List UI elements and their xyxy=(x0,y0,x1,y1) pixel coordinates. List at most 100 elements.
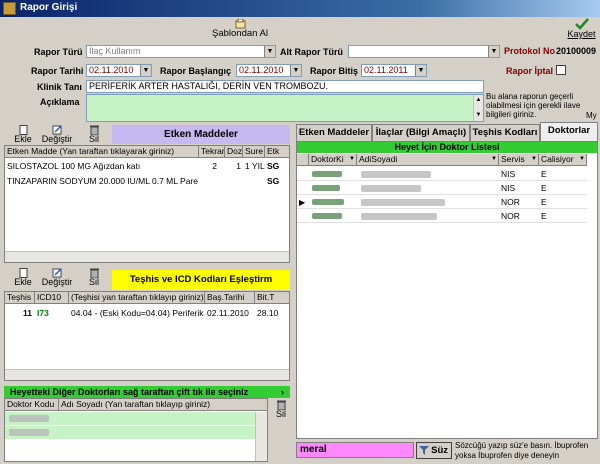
scroll-up-icon[interactable]: ▲ xyxy=(474,95,483,106)
rapor-baslangic-field[interactable]: 02.11.2010 ▼ xyxy=(236,64,302,77)
etken-col-tekrar[interactable]: Tekrar xyxy=(199,146,225,158)
rapor-tarihi-field[interactable]: 02.11.2010 ▼ xyxy=(86,64,152,77)
teshis-col-desc[interactable]: (Teşhisi yan taraftan tıklayıp giriniz) xyxy=(69,292,205,304)
etken-h-scrollbar[interactable] xyxy=(5,251,289,262)
teshis-h-scrollbar[interactable] xyxy=(5,369,289,380)
etken-add-button[interactable]: Ekle xyxy=(12,125,34,145)
etken-add-label: Ekle xyxy=(14,134,32,144)
doktor-liste-header: Heyet İçin Doktor Listesi xyxy=(297,142,597,153)
redacted-doctor-name xyxy=(361,199,445,206)
hint-cut: My xyxy=(586,111,597,120)
rapor-bitis-value: 02.11.2011 xyxy=(364,65,408,75)
table-row[interactable]: NIS E xyxy=(297,182,587,195)
title-bar[interactable]: Rapor Girişi xyxy=(0,0,600,17)
teshis-add-button[interactable]: Ekle xyxy=(12,268,34,288)
table-row[interactable]: TINZAPARIN SODYUM 20.000 IU/ML 0.7 ML Pa… xyxy=(5,174,289,188)
tab-teshis-kodlari[interactable]: Teşhis Kodları xyxy=(470,124,540,141)
tab-ilaclar[interactable]: İlaçlar (Bilgi Amaçlı) xyxy=(372,124,470,141)
doktor-grid: DoktorKi ▼ AdiSoyadi ▼ Servis ▼ Calisiyo… xyxy=(297,154,597,440)
rapor-bitis-field[interactable]: 02.11.2011 ▼ xyxy=(361,64,427,77)
teshis-delete-button[interactable]: Sil xyxy=(84,268,104,288)
redacted-doctor-code xyxy=(312,213,342,219)
rapor-baslangic-label: Rapor Başlangıç xyxy=(160,66,232,76)
chevron-down-icon[interactable]: ▼ xyxy=(488,46,499,57)
template-button[interactable]: Şablondan Al xyxy=(205,19,275,41)
table-row[interactable]: 11 I73 04.04 - (Eski Kodu=04.04) Perifer… xyxy=(5,306,289,320)
etken-col-name[interactable]: Etken Madde (Yan taraftan tıklayarak gir… xyxy=(5,146,199,158)
teshis-col-icd10[interactable]: ICD10 xyxy=(35,292,69,304)
redacted-doctor-code xyxy=(312,171,342,177)
etken-col-sure[interactable]: Sure xyxy=(243,146,265,158)
heyet-col-kod[interactable]: Doktor Kodu xyxy=(5,399,59,411)
table-row[interactable]: ▶ NOR E xyxy=(297,196,587,209)
chevron-down-icon[interactable]: ▼ xyxy=(140,65,151,76)
teshis-change-button[interactable]: Değiştir xyxy=(40,268,74,288)
table-row[interactable]: NIS E xyxy=(297,168,587,181)
teshis-col-teshis[interactable]: Teşhis xyxy=(5,292,35,304)
row-indicator-header xyxy=(297,154,309,166)
teshis-col-bit[interactable]: Bit.T xyxy=(255,292,289,304)
doktor-col-servis[interactable]: Servis ▼ xyxy=(499,154,539,166)
doktor-cell-calisiyor: E xyxy=(541,169,547,179)
rapor-iptal-checkbox[interactable] xyxy=(556,65,566,75)
etken-cell-doz: 1 xyxy=(236,161,241,171)
alt-rapor-turu-select[interactable]: ▼ xyxy=(348,45,500,58)
doktor-cell-servis: NIS xyxy=(501,183,516,193)
table-row[interactable]: SILOSTAZOL 100 MG Ağızdan katı 2 1 1 YIL… xyxy=(5,159,289,173)
chevron-down-icon[interactable]: ▼ xyxy=(290,65,301,76)
arrow-right-icon: › xyxy=(281,387,284,397)
chevron-down-icon[interactable]: ▼ xyxy=(491,154,497,165)
tab-etken-maddeler[interactable]: Etken Maddeler xyxy=(296,124,372,141)
etken-delete-button[interactable]: Sil xyxy=(84,125,104,145)
aciklama-hint: Bu alana raporun geçerli olabilmesi için… xyxy=(486,92,581,119)
chevron-down-icon[interactable]: ▼ xyxy=(349,154,355,165)
save-label: Kaydet xyxy=(567,29,596,39)
heyet-v-scrollbar[interactable] xyxy=(255,412,267,461)
aciklama-textarea[interactable]: ▲ ▼ xyxy=(86,94,484,122)
etken-grid: Etken Madde (Yan taraftan tıklayarak gir… xyxy=(4,145,290,263)
row-pointer-icon: ▶ xyxy=(299,198,306,207)
chevron-down-icon[interactable]: ▼ xyxy=(264,46,275,57)
etken-col-etk[interactable]: Etk xyxy=(265,146,289,158)
protokol-label: Protokol No xyxy=(504,46,555,56)
doktor-col-kod[interactable]: DoktorKi ▼ xyxy=(309,154,357,166)
redacted-doctor-code xyxy=(9,415,49,422)
search-hint: Sözcüğü yazıp süz'e basın. İbuprofen yok… xyxy=(455,441,589,460)
aciklama-label: Açıklama xyxy=(40,97,80,107)
scroll-down-icon[interactable]: ▼ xyxy=(474,110,483,121)
chevron-down-icon[interactable]: ▼ xyxy=(415,65,426,76)
rapor-tarihi-label: Rapor Tarihi xyxy=(31,66,84,76)
filter-button[interactable]: Süz xyxy=(416,442,452,459)
doktor-col-calisiyor[interactable]: Calisiyor ▼ xyxy=(539,154,587,166)
rapor-bitis-label: Rapor Bitiş xyxy=(310,66,359,76)
heyet-col-ad[interactable]: Adı Soyadı (Yan taraftan tıklayıp girini… xyxy=(59,399,267,411)
redacted-doctor-name xyxy=(361,213,437,220)
etken-change-button[interactable]: Değiştir xyxy=(40,125,74,145)
doktor-cell-calisiyor: E xyxy=(541,197,547,207)
doktor-col-calisiyor-label: Calisiyor xyxy=(541,154,574,164)
heyet-delete-button[interactable]: Sil xyxy=(273,400,289,422)
etken-col-doz[interactable]: Doz xyxy=(225,146,243,158)
klinik-tani-field[interactable]: PERİFERİK ARTER HASTALIĞI, DERİN VEN TRO… xyxy=(86,80,484,93)
teshis-col-bas[interactable]: Baş.Tarihi xyxy=(205,292,255,304)
chevron-down-icon[interactable]: ▼ xyxy=(531,154,537,165)
chevron-down-icon[interactable]: ▼ xyxy=(579,154,585,165)
doktor-cell-calisiyor: E xyxy=(541,211,547,221)
teshis-cell-bas: 02.11.2010 xyxy=(207,308,249,318)
etken-cell-etk: SG xyxy=(267,161,280,171)
search-input[interactable]: meral xyxy=(296,442,414,458)
teshis-delete-label: Sil xyxy=(88,277,99,287)
etken-cell-tekrar: 2 xyxy=(212,161,217,171)
redacted-doctor-name xyxy=(361,171,431,178)
rapor-turu-select[interactable]: İlaç Kullanım ▼ xyxy=(86,45,276,58)
doktor-col-ad[interactable]: AdiSoyadi ▼ xyxy=(357,154,499,166)
table-row[interactable] xyxy=(5,412,255,425)
etken-change-label: Değiştir xyxy=(41,134,73,144)
aciklama-scrollbar[interactable]: ▲ ▼ xyxy=(473,95,483,121)
table-row[interactable] xyxy=(5,426,255,439)
tab-doktorlar[interactable]: Doktorlar xyxy=(540,122,598,141)
table-row[interactable]: NOR E xyxy=(297,210,587,223)
heyet-diger-grid: Doktor Kodu Adı Soyadı (Yan taraftan tık… xyxy=(4,398,268,462)
etken-cell-doz xyxy=(225,175,243,187)
save-button[interactable]: Kaydet xyxy=(563,18,600,42)
